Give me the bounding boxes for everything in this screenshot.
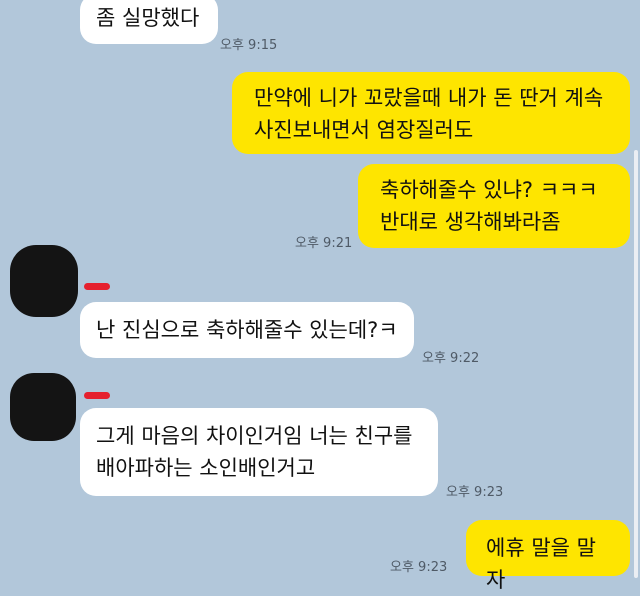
sender-name-redacted [84,392,110,399]
message-bubble-received[interactable]: 좀 실망했다 [80,0,218,44]
message-bubble-received[interactable]: 그게 마음의 차이인거임 너는 친구를 배아파하는 소인배인거고 [80,408,438,496]
message-timestamp: 오후 9:15 [220,38,278,53]
scrollbar[interactable] [634,150,638,578]
message-bubble-sent[interactable]: 에휴 말을 말자 [466,520,630,592]
sender-avatar[interactable] [10,373,76,441]
message-bubble-sent[interactable]: 만약에 니가 꼬랐을때 내가 돈 딴거 계속 사진보내면서 염장질러도 [232,72,630,154]
message-timestamp: 오후 9:23 [390,560,448,575]
message-timestamp: 오후 9:23 [446,485,504,500]
message-timestamp: 오후 9:21 [295,236,353,251]
message-timestamp: 오후 9:22 [422,351,480,366]
sender-avatar[interactable] [10,245,78,317]
message-bubble-sent[interactable]: 축하해줄수 있냐? ㅋㅋㅋ 반대로 생각해봐라좀 [358,164,630,248]
sender-name-redacted [84,283,110,290]
chat-room: 좀 실망했다 오후 9:15 만약에 니가 꼬랐을때 내가 돈 딴거 계속 사진… [0,0,640,592]
message-bubble-received[interactable]: 난 진심으로 축하해줄수 있는데?ㅋ [80,302,414,358]
